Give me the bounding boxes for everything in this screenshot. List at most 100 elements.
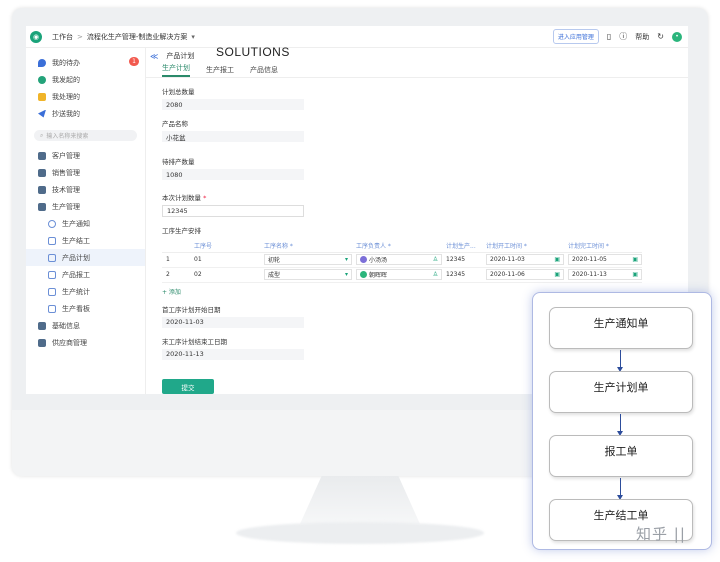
search-icon: ⌕ bbox=[40, 131, 44, 139]
collapse-sidebar-icon[interactable]: ≪ bbox=[150, 52, 158, 61]
sidebar-item-production-stats[interactable]: 生产统计 bbox=[26, 283, 145, 300]
row-index: 2 bbox=[162, 267, 190, 283]
field-label-text: 本次计划数量 bbox=[162, 194, 201, 202]
sidebar-item-production-notice[interactable]: 生产通知 bbox=[26, 215, 145, 232]
sidebar-item-production-board[interactable]: 生产看板 bbox=[26, 300, 145, 317]
first-start-date-value: 2020-11-03 bbox=[162, 316, 304, 328]
field-label: 工序生产安排 bbox=[162, 227, 201, 235]
breadcrumb-app-title[interactable]: 流程化生产管理-制造业解决方案 bbox=[87, 32, 188, 42]
briefcase-icon bbox=[38, 92, 46, 101]
sidebar-group-supplier[interactable]: 供应商管理 bbox=[26, 334, 145, 351]
process-number: 02 bbox=[190, 267, 260, 283]
bell-icon bbox=[48, 219, 56, 228]
owner-name: 朝晖晖 bbox=[369, 272, 388, 279]
start-date: 2020-11-03 bbox=[490, 256, 525, 263]
app-logo-icon[interactable]: ◉ bbox=[30, 30, 42, 43]
process-name: 初轮 bbox=[268, 257, 281, 264]
avatar bbox=[360, 256, 367, 263]
help-link[interactable]: 帮助 bbox=[635, 32, 649, 42]
process-name-select[interactable]: 初轮 ▾ bbox=[264, 254, 352, 265]
sidebar-item-label: 我发起的 bbox=[52, 75, 80, 84]
tab-production-plan[interactable]: 生产计划 bbox=[162, 63, 190, 77]
sidebar-item-label: 生产通知 bbox=[62, 219, 90, 228]
user-icon: ♙ bbox=[432, 256, 438, 263]
sidebar-group-label: 供应商管理 bbox=[52, 338, 87, 347]
owner-picker[interactable]: 小汤汤 ♙ bbox=[356, 254, 442, 265]
end-date-picker[interactable]: 2020-11-05 ▣ bbox=[568, 254, 642, 265]
this-plan-quantity-input[interactable]: 12345 bbox=[162, 205, 304, 217]
sidebar-group-sales[interactable]: 销售管理 bbox=[26, 164, 145, 181]
refresh-icon[interactable]: ↻ bbox=[657, 32, 664, 41]
shield-icon bbox=[48, 236, 56, 245]
table-row: 1 01 初轮 ▾ 小汤汤 ♙ 12345 2020-11-03 ▣ 2020-11-… bbox=[162, 252, 642, 268]
folder-icon bbox=[38, 151, 46, 160]
owner-picker[interactable]: 朝晖晖 ♙ bbox=[356, 269, 442, 280]
start-date-picker[interactable]: 2020-11-03 ▣ bbox=[486, 254, 564, 265]
field-label: 待排产数量 bbox=[162, 158, 195, 166]
calendar-icon: ▣ bbox=[554, 271, 560, 278]
enter-app-management-button[interactable]: 进入应用管理 bbox=[552, 29, 599, 44]
down-arrow-icon bbox=[617, 478, 623, 500]
tab-production-report[interactable]: 生产报工 bbox=[206, 65, 234, 77]
product-name-value: 小花盆 bbox=[162, 131, 304, 142]
start-date: 2020-11-06 bbox=[490, 271, 525, 278]
monitor-stand-base bbox=[236, 522, 484, 544]
submit-button[interactable]: 提交 bbox=[162, 379, 214, 394]
breadcrumb-separator-icon: > bbox=[77, 32, 83, 41]
chevron-down-icon[interactable]: ▾ bbox=[191, 33, 195, 41]
tablet-icon[interactable]: ▯ bbox=[607, 32, 611, 41]
sidebar-group-label: 技术管理 bbox=[52, 185, 80, 194]
table-header-cell: 工序号 bbox=[190, 239, 260, 253]
start-date-cell: 2020-11-06 ▣ bbox=[482, 267, 564, 283]
sidebar-item-processed[interactable]: 我处理的 bbox=[26, 88, 145, 105]
sidebar-item-label: 产品计划 bbox=[62, 253, 90, 262]
sidebar-item-label: 生产看板 bbox=[62, 304, 90, 313]
row-index: 1 bbox=[162, 252, 190, 268]
process-name-cell: 成型 ▾ bbox=[260, 267, 352, 283]
field-label: 产品名称 bbox=[162, 120, 188, 128]
sidebar-item-label: 我的待办 bbox=[52, 58, 80, 67]
calendar-icon: ▣ bbox=[632, 256, 638, 263]
field-label: 本次计划数量 * bbox=[162, 194, 207, 202]
process-number: 01 bbox=[190, 252, 260, 268]
process-name: 成型 bbox=[268, 272, 281, 279]
sidebar-item-cc[interactable]: 抄送我的 bbox=[26, 105, 145, 122]
tab-product-info[interactable]: 产品信息 bbox=[250, 65, 278, 77]
flow-step-work-report: 报工单 bbox=[549, 435, 693, 477]
sidebar-item-my-todo[interactable]: 我的待办 1 bbox=[26, 54, 145, 71]
sidebar-group-label: 生产管理 bbox=[52, 202, 80, 211]
table-header-cell: 工序名称 * bbox=[260, 239, 352, 253]
plan-quantity[interactable]: 12345 bbox=[442, 267, 482, 283]
monitor-stand bbox=[300, 476, 420, 524]
sidebar-item-product-report[interactable]: 产品报工 bbox=[26, 266, 145, 283]
plan-quantity[interactable]: 12345 bbox=[442, 252, 482, 268]
table-header-cell: 计划生产... bbox=[442, 239, 482, 253]
sidebar-item-product-plan[interactable]: 产品计划 bbox=[26, 249, 145, 266]
end-date-picker[interactable]: 2020-11-13 ▣ bbox=[568, 269, 642, 280]
folder-icon bbox=[38, 168, 46, 177]
start-date-picker[interactable]: 2020-11-06 ▣ bbox=[486, 269, 564, 280]
total-plan-value: 2080 bbox=[162, 99, 304, 110]
sidebar-search-input[interactable]: ⌕ 输入名称来搜索 bbox=[34, 130, 137, 141]
sidebar-group-tech[interactable]: 技术管理 bbox=[26, 181, 145, 198]
tab-bar: 生产计划 生产报工 产品信息 bbox=[146, 64, 688, 78]
process-name-select[interactable]: 成型 ▾ bbox=[264, 269, 352, 280]
end-date: 2020-11-13 bbox=[572, 271, 607, 278]
sidebar-group-customer[interactable]: 客户管理 bbox=[26, 147, 145, 164]
end-date-cell: 2020-11-13 ▣ bbox=[564, 267, 642, 283]
field-label: 计划总数量 bbox=[162, 88, 195, 96]
owner-cell: 朝晖晖 ♙ bbox=[352, 267, 442, 283]
avatar[interactable]: • bbox=[672, 31, 682, 42]
help-icon[interactable]: ⓘ bbox=[619, 31, 627, 42]
end-date-cell: 2020-11-05 ▣ bbox=[564, 252, 642, 268]
sidebar-group-production[interactable]: 生产管理 bbox=[26, 198, 145, 215]
sidebar-item-label: 我处理的 bbox=[52, 92, 80, 101]
sidebar-item-initiated[interactable]: 我发起的 bbox=[26, 71, 145, 88]
breadcrumb-workbench[interactable]: 工作台 bbox=[52, 32, 73, 42]
sidebar-item-label: 生产结工 bbox=[62, 236, 90, 245]
drop-icon bbox=[38, 58, 46, 67]
sidebar-group-label: 基础信息 bbox=[52, 321, 80, 330]
sidebar-item-production-finish[interactable]: 生产结工 bbox=[26, 232, 145, 249]
sidebar-group-basic-info[interactable]: 基础信息 bbox=[26, 317, 145, 334]
send-icon bbox=[38, 109, 46, 118]
